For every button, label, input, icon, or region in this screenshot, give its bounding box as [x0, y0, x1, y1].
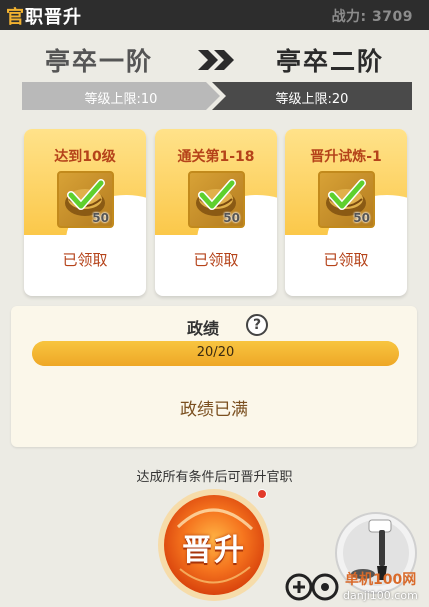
gold-ingot-icon[interactable]: 50	[57, 171, 114, 228]
item-count: 50	[353, 211, 370, 225]
item-count: 50	[92, 211, 109, 225]
politics-title: 政绩	[187, 319, 220, 338]
reward-card-1[interactable]: 达到10级 50 已领取	[24, 129, 146, 296]
help-icon[interactable]: ?	[246, 314, 268, 336]
promote-label: 晋升	[182, 533, 246, 568]
combat-power: 战力: 3709	[331, 9, 413, 25]
next-level-limit: 等级上限:20	[275, 92, 349, 107]
page-title-rest: 职晋升	[25, 7, 82, 28]
gold-ingot-icon[interactable]: 50	[318, 171, 375, 228]
gold-ingot-icon[interactable]: 50	[188, 171, 245, 228]
item-count: 50	[223, 211, 240, 225]
reward-title: 晋升试炼-1	[310, 149, 382, 165]
notification-dot	[257, 489, 267, 499]
reward-status: 已领取	[323, 251, 369, 269]
next-level-limit-bar: 等级上限:20	[212, 82, 412, 110]
politics-progress-text: 20/20	[196, 345, 235, 360]
page-title: 官职晋升	[6, 3, 82, 29]
politics-progress-bar: 20/20	[32, 341, 399, 366]
politics-status: 政绩已满	[180, 400, 248, 420]
reward-status: 已领取	[62, 251, 108, 269]
watermark-text: 单机100网	[345, 572, 417, 588]
politics-panel: 政绩 ? 20/20 政绩已满	[11, 306, 417, 447]
promotion-hint: 达成所有条件后可晋升官职	[136, 470, 293, 485]
watermark-url: danji100.com	[343, 589, 418, 602]
reward-title: 达到10级	[54, 149, 116, 165]
reward-status: 已领取	[193, 251, 239, 269]
reward-card-3[interactable]: 晋升试炼-1 50 已领取	[285, 129, 407, 296]
current-level-limit-bar: 等级上限:10	[22, 82, 220, 110]
double-chevron-right-icon	[198, 50, 234, 70]
watermark: 单机100网 danji100.com	[283, 563, 429, 607]
next-rank: 亭卒二阶	[275, 47, 384, 76]
watermark-logo-icon	[285, 573, 339, 601]
current-rank: 亭卒一阶	[44, 47, 153, 76]
reward-card-2[interactable]: 通关第1-18 50 已领取	[155, 129, 277, 296]
page-title-prefix: 官	[6, 7, 25, 28]
top-bar: 官职晋升 战力: 3709	[0, 0, 429, 30]
reward-title: 通关第1-18	[177, 149, 255, 165]
current-level-limit: 等级上限:10	[84, 92, 158, 107]
promote-button[interactable]: 晋升	[156, 487, 272, 603]
